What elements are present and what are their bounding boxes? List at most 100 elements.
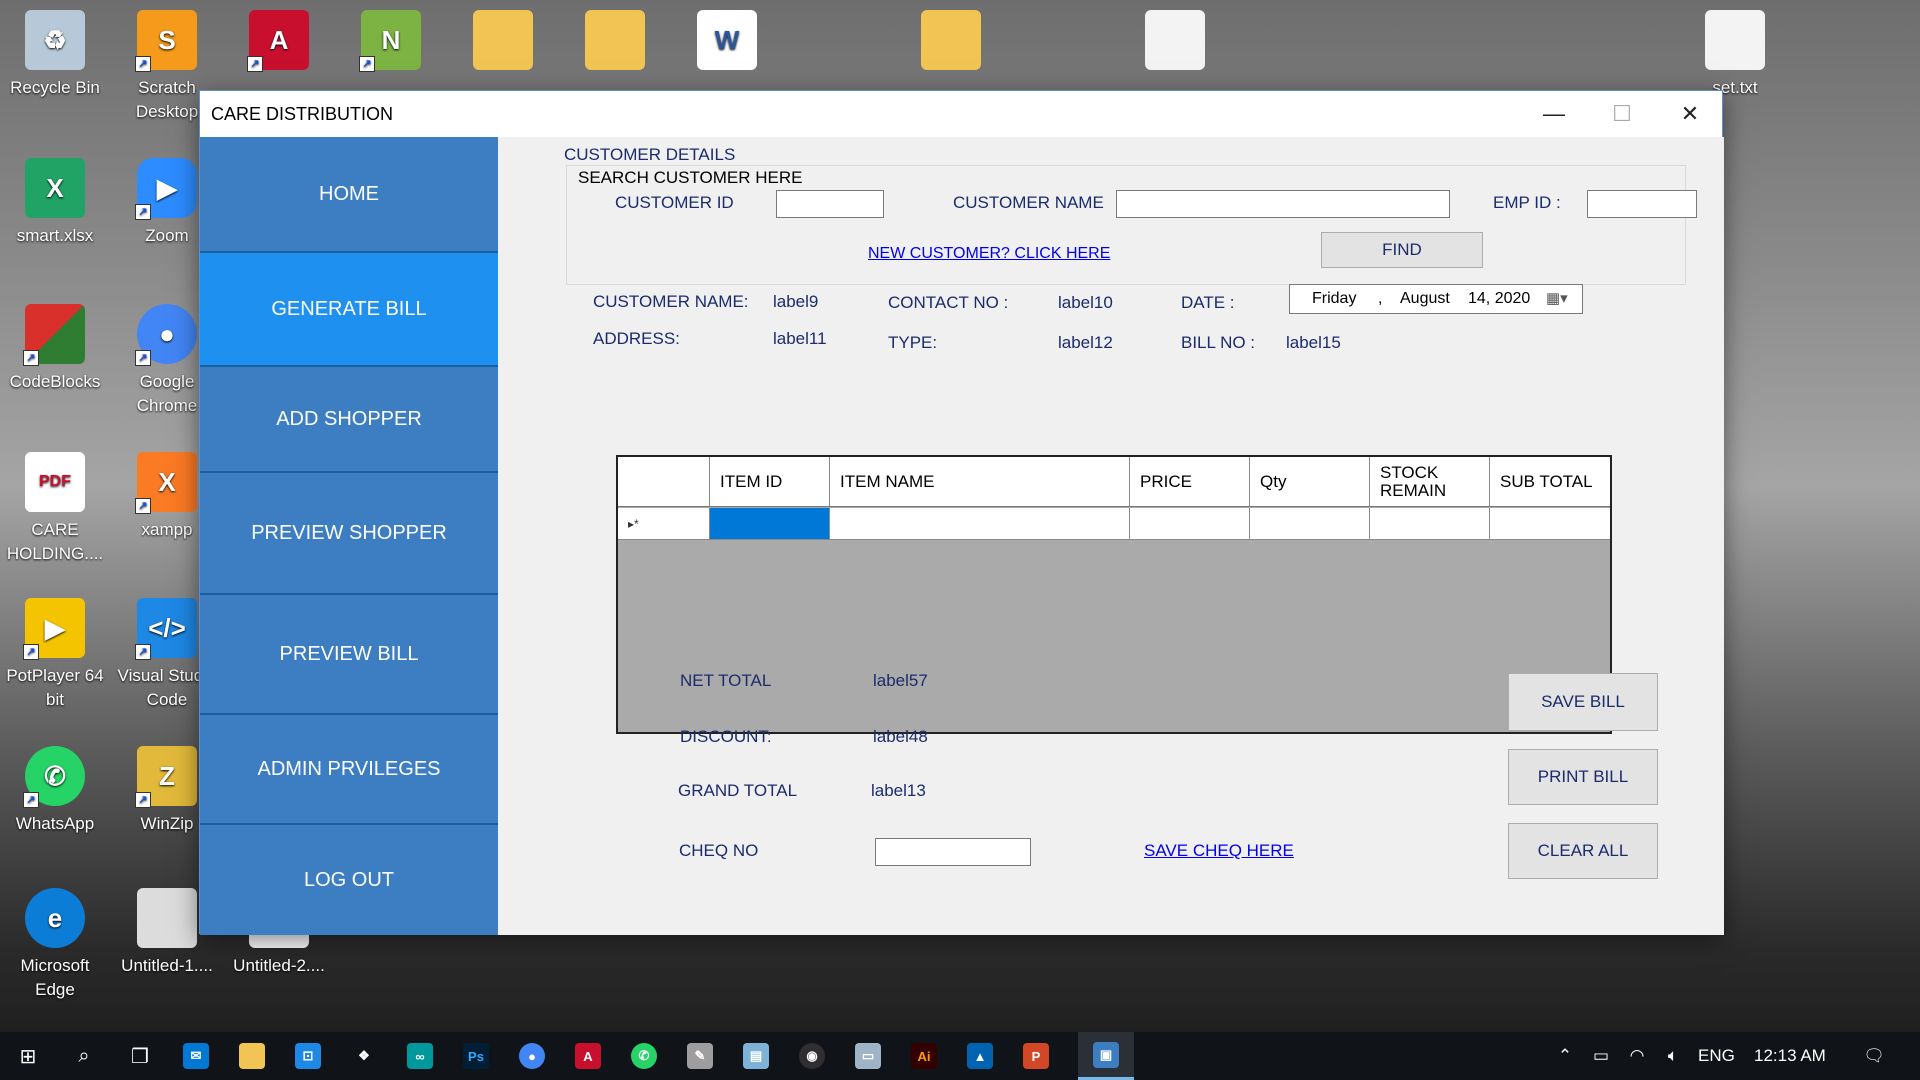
address-value: label11 (773, 329, 827, 348)
taskbar-app-store[interactable]: ⊡ (280, 1032, 336, 1080)
grid-header-item-id[interactable]: ITEM ID (710, 457, 830, 506)
taskbar-app-chrome[interactable]: ● (504, 1032, 560, 1080)
desktop-icon-acrobat[interactable]: A ↗ (224, 10, 334, 76)
clock[interactable]: 12:13 AM (1754, 1032, 1826, 1080)
sidebar-item-home[interactable]: HOME (200, 137, 498, 251)
battery-status[interactable]: ▭ (1586, 1032, 1616, 1080)
grid-cell-stock-remain[interactable] (1370, 508, 1490, 539)
codeblocks-icon: ↗ (23, 304, 85, 366)
taskbar-app-paint[interactable]: ✎ (672, 1032, 728, 1080)
clear-all-button[interactable]: CLEAR ALL (1508, 823, 1658, 879)
search-button[interactable]: ⌕ (56, 1032, 112, 1080)
date-picker[interactable]: Friday , August 14, 2020 ▦▾ (1289, 284, 1583, 314)
sidebar-item-preview-bill[interactable]: PREVIEW BILL (200, 595, 498, 713)
grid-cell-price[interactable] (1130, 508, 1250, 539)
date-day-year: 14, 2020 (1468, 290, 1531, 307)
desktop-icon-notepad-plus[interactable]: N ↗ (336, 10, 446, 76)
desktop-icon-care-holding[interactable]: PDF CARE HOLDING.... (0, 452, 110, 566)
desktop-icon-folder-2[interactable] (560, 10, 670, 76)
vscode-icon: </> ↗ (135, 598, 197, 660)
desktop-icon-codeblocks[interactable]: ↗ CodeBlocks (0, 304, 110, 394)
taskbar-app-notepad[interactable]: ▤ (728, 1032, 784, 1080)
show-hidden-icons-button[interactable]: ⌃ (1550, 1032, 1580, 1080)
taskbar-app-active-window[interactable]: ▣ (1078, 1032, 1134, 1080)
save-cheq-link[interactable]: SAVE CHEQ HERE (1144, 841, 1294, 861)
bill-no-value: label15 (1286, 333, 1341, 352)
network-status[interactable]: ◠ (1622, 1032, 1652, 1080)
taskbar-app-whatsapp[interactable]: ✆ (616, 1032, 672, 1080)
taskbar-app-dropbox[interactable]: ❖ (336, 1032, 392, 1080)
photos-icon: ▲ (967, 1043, 993, 1069)
bill-items-grid[interactable]: ITEM ID ITEM NAME PRICE Qty STOCK REMAIN… (616, 455, 1612, 734)
desktop-icon-folder-3[interactable] (896, 10, 1006, 76)
print-bill-button[interactable]: PRINT BILL (1508, 749, 1658, 805)
taskbar-app-photos[interactable]: ▲ (952, 1032, 1008, 1080)
acrobat-icon: A (575, 1043, 601, 1069)
find-button[interactable]: FIND (1321, 232, 1483, 268)
grand-total-label: GRAND TOTAL (678, 781, 798, 800)
title-bar[interactable]: CARE DISTRIBUTION — ☐ ✕ (200, 91, 1722, 137)
start-button[interactable]: ⊞ (0, 1032, 56, 1080)
sidebar-item-generate-bill[interactable]: GENERATE BILL (200, 253, 498, 365)
taskbar-app-remote-desktop[interactable]: ▭ (840, 1032, 896, 1080)
desktop-icon-recycle-bin[interactable]: ♻ Recycle Bin (0, 10, 110, 100)
new-row-marker: ▸* (618, 508, 710, 539)
volume-control[interactable]: 🔈︎ (1658, 1032, 1688, 1080)
wifi-icon: ◠ (1629, 1046, 1645, 1065)
taskbar: ⊞ ⌕ ❐ ✉ ⊡ ❖ ∞ Ps ● A ✆ ✎ ▤ ◉ ▭ Ai ▲ P ▣ … (0, 1032, 1920, 1080)
grid-cell-item-name[interactable] (830, 508, 1130, 539)
store-icon: ⊡ (295, 1043, 321, 1069)
grid-header-qty[interactable]: Qty (1250, 457, 1370, 506)
save-bill-button[interactable]: SAVE BILL (1508, 673, 1658, 731)
taskbar-app-acrobat[interactable]: A (560, 1032, 616, 1080)
new-customer-link[interactable]: NEW CUSTOMER? CLICK HERE (868, 245, 1110, 263)
cheq-no-input[interactable] (875, 838, 1031, 866)
grid-header-stock-remain[interactable]: STOCK REMAIN (1370, 457, 1490, 506)
desktop-icon-word[interactable]: W (672, 10, 782, 76)
grid-header: ITEM ID ITEM NAME PRICE Qty STOCK REMAIN… (618, 457, 1610, 507)
sidebar-item-preview-shopper[interactable]: PREVIEW SHOPPER (200, 473, 498, 593)
task-view-button[interactable]: ❐ (112, 1032, 168, 1080)
grid-header-item-name[interactable]: ITEM NAME (830, 457, 1130, 506)
desktop-icon-text-file[interactable] (1120, 10, 1230, 76)
grid-cell-qty[interactable] (1250, 508, 1370, 539)
table-row[interactable]: ▸* (618, 508, 1610, 540)
taskbar-app-illustrator[interactable]: Ai (896, 1032, 952, 1080)
desktop-icon-label: Microsoft Edge (20, 956, 90, 999)
taskbar-app-explorer[interactable] (224, 1032, 280, 1080)
input-language[interactable]: ENG (1698, 1032, 1735, 1080)
desktop-icon-set-txt[interactable]: set.txt (1680, 10, 1790, 100)
taskbar-app-photoshop[interactable]: Ps (448, 1032, 504, 1080)
notification-icon: 🗨︎ (1863, 1046, 1885, 1065)
emp-id-input[interactable] (1587, 190, 1697, 218)
grid-cell-item-id[interactable] (710, 508, 830, 539)
desktop-icon-label: WhatsApp (15, 814, 95, 833)
notifications-button[interactable]: 🗨︎ (1854, 1032, 1894, 1080)
generate-bill-panel: CUSTOMER DETAILS SEARCH CUSTOMER HERE CU… (498, 137, 1724, 935)
desktop-icon-folder-1[interactable] (448, 10, 558, 76)
desktop-icon-smart-xlsx[interactable]: X smart.xlsx (0, 158, 110, 248)
close-button[interactable]: ✕ (1656, 91, 1724, 137)
sidebar-item-admin-privileges[interactable]: ADMIN PRVILEGES (200, 715, 498, 823)
customer-name-input[interactable] (1116, 190, 1450, 218)
recycle-bin-icon: ♻ (25, 10, 85, 70)
taskbar-app-powerpoint[interactable]: P (1008, 1032, 1064, 1080)
desktop-icon-potplayer[interactable]: ▶ ↗ PotPlayer 64 bit (0, 598, 110, 712)
desktop-icon-edge[interactable]: e Microsoft Edge (0, 888, 110, 1002)
grid-header-sub-total[interactable]: SUB TOTAL (1490, 457, 1610, 506)
sidebar-item-add-shopper[interactable]: ADD SHOPPER (200, 367, 498, 471)
calendar-dropdown-icon[interactable]: ▦▾ (1546, 289, 1568, 307)
grid-cell-sub-total[interactable] (1490, 508, 1610, 539)
sidebar-item-log-out[interactable]: LOG OUT (200, 825, 498, 935)
remote-desktop-icon: ▭ (855, 1043, 881, 1069)
taskbar-app-mail[interactable]: ✉ (168, 1032, 224, 1080)
desktop-icon-whatsapp[interactable]: ✆ ↗ WhatsApp (0, 746, 110, 836)
taskbar-app-obs[interactable]: ◉ (784, 1032, 840, 1080)
customer-id-input[interactable] (776, 190, 884, 218)
grid-header-price[interactable]: PRICE (1130, 457, 1250, 506)
minimize-button[interactable]: — (1520, 91, 1588, 137)
maximize-button[interactable]: ☐ (1588, 91, 1656, 137)
pdf-icon: PDF (25, 452, 85, 512)
taskbar-app-arduino[interactable]: ∞ (392, 1032, 448, 1080)
customer-name-label: CUSTOMER NAME (953, 193, 1104, 212)
